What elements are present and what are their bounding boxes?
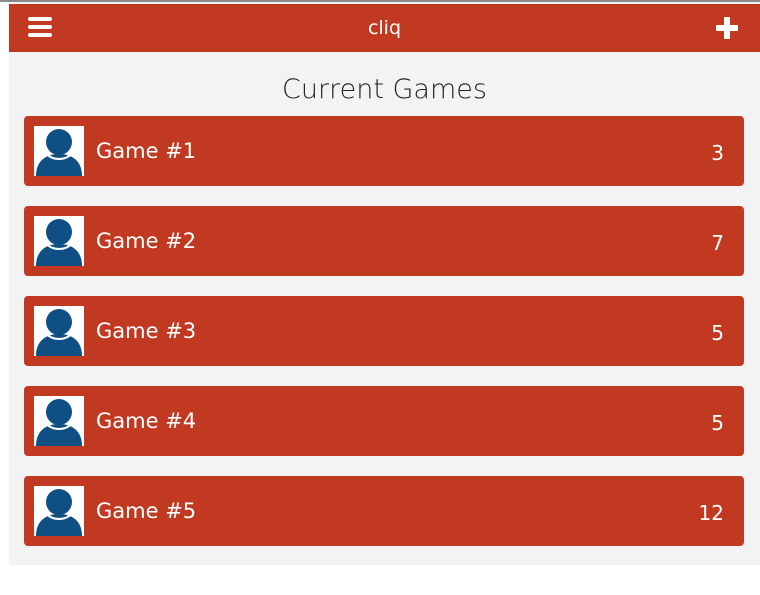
game-list-item[interactable]: Game #5 12 — [24, 476, 744, 546]
game-list-item[interactable]: Game #3 5 — [24, 296, 744, 366]
avatar-icon — [34, 126, 84, 176]
game-name: Game #5 — [96, 499, 197, 523]
game-player-count: 12 — [698, 501, 724, 525]
game-name: Game #2 — [96, 229, 197, 253]
game-list-item[interactable]: Game #1 3 — [24, 116, 744, 186]
game-player-count: 7 — [711, 231, 724, 255]
game-player-count: 5 — [711, 411, 724, 435]
game-name: Game #4 — [96, 409, 197, 433]
game-name: Game #3 — [96, 319, 197, 343]
game-list: Game #1 3 Game #2 7 Game #3 5 Game #4 5 … — [24, 116, 744, 566]
plus-icon[interactable] — [716, 17, 738, 39]
game-name: Game #1 — [96, 139, 197, 163]
app-page: cliq Current Games Game #1 3 Game #2 7 G… — [9, 2, 760, 565]
avatar-icon — [34, 486, 84, 536]
game-list-item[interactable]: Game #2 7 — [24, 206, 744, 276]
game-list-item[interactable]: Game #4 5 — [24, 386, 744, 456]
avatar-icon — [34, 216, 84, 266]
avatar-icon — [34, 396, 84, 446]
top-navbar: cliq — [9, 4, 760, 52]
app-title: cliq — [367, 17, 402, 39]
game-player-count: 3 — [711, 141, 724, 165]
avatar-icon — [34, 306, 84, 356]
page-title: Current Games — [282, 74, 487, 105]
game-player-count: 5 — [711, 321, 724, 345]
